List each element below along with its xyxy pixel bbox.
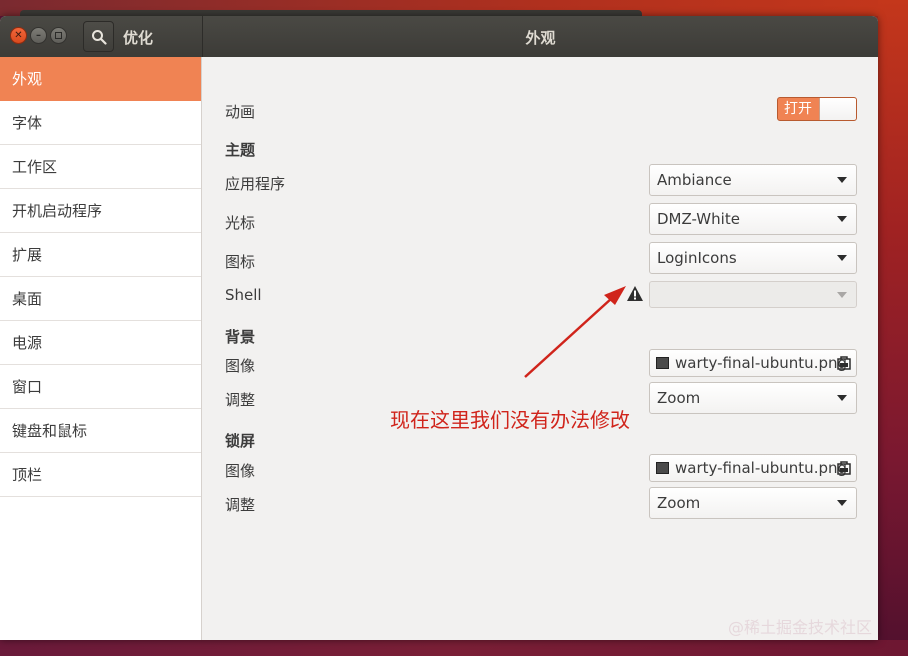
sidebar-item-startup-applications[interactable]: 开机启动程序 [0,189,201,233]
image-file-icon [656,462,669,474]
sidebar-item-workspaces[interactable]: 工作区 [0,145,201,189]
close-icon: ✕ [14,29,23,41]
cursor-theme-dropdown[interactable]: DMZ-White [649,203,857,235]
chevron-down-icon [837,500,847,506]
icons-theme-value: LoginIcons [657,249,737,267]
background-image-filename: warty-final-ubuntu.png [675,354,848,372]
app-title: 优化 [123,29,154,47]
sidebar-item-power[interactable]: 电源 [0,321,201,365]
appearance-panel: 动画 打开 主题 应用程序 Ambiance 光标 DMZ-White 图标 L… [203,57,878,640]
animation-toggle-label: 打开 [784,101,812,117]
search-icon [91,29,107,45]
sidebar-item-desktop[interactable]: 桌面 [0,277,201,321]
applications-theme-dropdown[interactable]: Ambiance [649,164,857,196]
lockscreen-adjust-label: 调整 [225,496,256,514]
maximize-window-button[interactable] [50,27,67,44]
annotation-text: 现在这里我们没有办法修改 [390,408,630,432]
image-file-icon [656,357,669,369]
lockscreen-adjust-dropdown[interactable]: Zoom [649,487,857,519]
background-image-chooser[interactable]: warty-final-ubuntu.png [649,349,857,377]
background-adjust-dropdown[interactable]: Zoom [649,382,857,414]
chevron-down-icon [837,292,847,298]
chevron-down-icon [837,395,847,401]
titlebar: ✕ – 优化 外观 [0,16,878,57]
sidebar-item-extensions[interactable]: 扩展 [0,233,201,277]
applications-label: 应用程序 [225,175,286,193]
maximize-icon [55,32,62,39]
chevron-down-icon [837,216,847,222]
sidebar-item-keyboard-mouse[interactable]: 键盘和鼠标 [0,409,201,453]
warning-icon [627,286,643,301]
open-folder-icon [837,356,851,370]
tweaks-window: ✕ – 优化 外观 外观 字体 工作区 开机启动程序 扩展 桌面 电源 窗口 键… [0,16,878,640]
shell-label: Shell [225,286,262,304]
lockscreen-image-chooser[interactable]: warty-final-ubuntu.png [649,454,857,482]
animation-toggle[interactable]: 打开 [777,97,857,121]
background-adjust-value: Zoom [657,389,701,407]
watermark: @稀土掘金技术社区 [728,618,873,637]
icons-label: 图标 [225,253,256,271]
close-window-button[interactable]: ✕ [10,27,27,44]
lockscreen-image-filename: warty-final-ubuntu.png [675,459,848,477]
animation-label: 动画 [225,103,256,121]
toggle-knob [819,98,856,120]
cursor-theme-value: DMZ-White [657,210,740,228]
background-adjust-label: 调整 [225,391,256,409]
icons-theme-dropdown[interactable]: LoginIcons [649,242,857,274]
page-title: 外观 [525,29,556,47]
sidebar-item-windows[interactable]: 窗口 [0,365,201,409]
background-image-label: 图像 [225,357,256,375]
chevron-down-icon [837,255,847,261]
applications-theme-value: Ambiance [657,171,732,189]
sidebar-item-fonts[interactable]: 字体 [0,101,201,145]
sidebar: 外观 字体 工作区 开机启动程序 扩展 桌面 电源 窗口 键盘和鼠标 顶栏 [0,57,202,640]
sidebar-item-appearance[interactable]: 外观 [0,57,201,101]
theme-heading: 主题 [225,141,256,159]
chevron-down-icon [837,177,847,183]
lockscreen-image-label: 图像 [225,462,256,480]
search-button[interactable] [83,21,114,52]
shell-theme-dropdown[interactable] [649,281,857,308]
desktop-background-right [878,0,908,656]
lockscreen-heading: 锁屏 [225,432,256,450]
open-folder-icon [837,461,851,475]
minimize-window-button[interactable]: – [30,27,47,44]
desktop-background-bottom [0,640,908,656]
lockscreen-adjust-value: Zoom [657,494,701,512]
minimize-icon: – [36,29,41,41]
background-heading: 背景 [225,328,256,346]
sidebar-item-top-bar[interactable]: 顶栏 [0,453,201,497]
cursor-label: 光标 [225,214,256,232]
